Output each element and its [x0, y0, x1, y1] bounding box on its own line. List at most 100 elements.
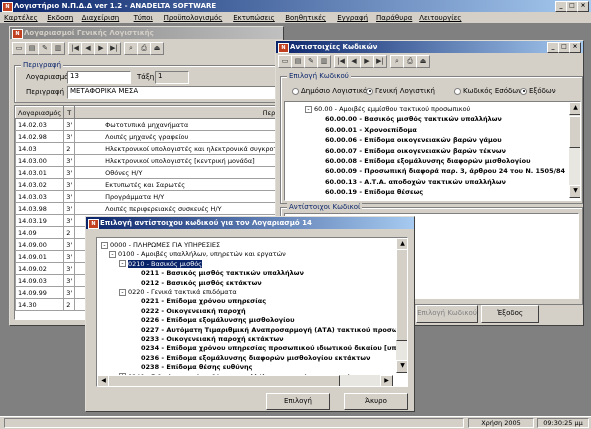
- table-row[interactable]: 14.03.00 3' Ηλεκτρονικοί υπολογιστές [κεντ…: [15, 154, 281, 167]
- scroll-up-button[interactable]: ▲: [569, 102, 580, 115]
- account-input[interactable]: 13: [67, 71, 131, 84]
- new-icon[interactable]: ▭: [12, 42, 26, 55]
- radio-expenses[interactable]: Εξόδων: [520, 87, 556, 95]
- exit-icon[interactable]: ⏏: [150, 42, 164, 55]
- prev-icon[interactable]: ◀: [347, 55, 361, 68]
- cancel-button[interactable]: Άκυρο: [344, 393, 408, 410]
- tree-node[interactable]: 60.00.06 - Επίδομα οικογενειακών βαρών γ…: [325, 136, 502, 145]
- print-icon[interactable]: ⎙: [137, 42, 151, 55]
- tree-node[interactable]: 60.00.13 - Α.Τ.Α. αποδοχών τακτικών υπαλ…: [325, 178, 506, 187]
- scroll-thumb[interactable]: [569, 116, 580, 148]
- next-icon[interactable]: ▶: [94, 42, 108, 55]
- delete-icon[interactable]: ▥: [317, 55, 331, 68]
- tree-node[interactable]: 60.00.08 - Επίδομα εξομάλυνσης διαφορών …: [325, 157, 530, 166]
- next-icon[interactable]: ▶: [360, 55, 374, 68]
- expand-toggle-icon[interactable]: -: [109, 250, 116, 258]
- tree-node[interactable]: -0220 - Γενικά τακτικά επιδόματα: [119, 288, 237, 297]
- cell-level: 3': [63, 262, 76, 275]
- open-icon[interactable]: ▤: [291, 55, 305, 68]
- tree-node[interactable]: 60.00.09 - Προσωπική διαφορά παρ. 3, άρθ…: [325, 167, 565, 176]
- radio-revenue-code[interactable]: Κωδικός Εσόδων: [454, 87, 522, 95]
- scroll-down-button[interactable]: ▼: [396, 360, 407, 373]
- tree-node[interactable]: 0238 - Επίδομα θέσης ευθύνης: [141, 363, 253, 372]
- menu-item[interactable]: Εγγραφή: [337, 14, 368, 22]
- tree-node[interactable]: 0236 - Επίδομα εξομάλυνσης διαφορών μισθ…: [141, 354, 370, 363]
- expand-toggle-icon[interactable]: -: [305, 105, 312, 113]
- ok-button[interactable]: Επιλογή: [266, 393, 330, 410]
- tree-node[interactable]: 60.00.01 - Χρονοεπίδομα: [325, 126, 417, 135]
- edit-icon[interactable]: ✎: [304, 55, 318, 68]
- menu-item[interactable]: Λειτουργίες: [419, 14, 461, 22]
- search-icon[interactable]: ⌕: [390, 55, 404, 68]
- column-header-account[interactable]: Λογαριασμός: [15, 106, 65, 119]
- table-row[interactable]: 14.03 2 Ηλεκτρονικοί υπολογιστές και ηλεκτ…: [15, 142, 281, 155]
- horizontal-scrollbar[interactable]: ◀ ▶: [97, 375, 393, 386]
- new-icon[interactable]: ▭: [278, 55, 292, 68]
- column-header-description[interactable]: Περιγραφή: [74, 106, 281, 119]
- scroll-thumb[interactable]: [396, 249, 407, 341]
- menu-item[interactable]: Βοηθητικές: [285, 14, 326, 22]
- dialog-code-tree[interactable]: -0000 - ΠΛΗΡΩΜΕΣ ΓΙΑ ΥΠΗΡΕΣΙΕΣ -0100 - Αμ…: [96, 237, 408, 387]
- table-row[interactable]: 14.02.03 3' Φωτοτυπικά μηχανήματα: [15, 118, 281, 131]
- open-icon[interactable]: ▤: [25, 42, 39, 55]
- first-icon[interactable]: |◀: [68, 42, 82, 55]
- scroll-down-button[interactable]: ▼: [569, 185, 580, 198]
- column-header-level[interactable]: Τ: [63, 106, 76, 119]
- search-icon[interactable]: ⌕: [124, 42, 138, 55]
- table-row[interactable]: 14.03.98 3' Λοιπές περιφερειακές συσκευές …: [15, 202, 281, 215]
- scroll-right-button[interactable]: ▶: [380, 375, 393, 386]
- level-input[interactable]: 1: [155, 71, 189, 84]
- expand-toggle-icon[interactable]: -: [119, 288, 126, 296]
- tree-node[interactable]: 0227 - Αυτόματη Τιμαριθμική Αναπροσαρμογ…: [141, 326, 407, 335]
- tree-node[interactable]: -0210 - Βασικός μισθός: [119, 259, 202, 269]
- menu-item[interactable]: Εκδοση: [47, 14, 73, 22]
- mapping-code-tree[interactable]: -60.00 - Αμοιβές εμμίσθου τακτικού προσω…: [284, 101, 581, 201]
- vertical-scrollbar[interactable]: ▲ ▼: [396, 238, 407, 373]
- tree-node[interactable]: 0234 - Επίδομα χρόνου υπηρεσίας προσωπικ…: [141, 344, 407, 353]
- table-row[interactable]: 14.02.98 3' Λοιπές μηχανές γραφείου: [15, 130, 281, 143]
- menu-item[interactable]: Καρτέλες: [4, 14, 38, 22]
- ledger-title: Λογαριασμοί Γενικής Λογιστικής: [24, 29, 154, 37]
- exit-icon[interactable]: ⏏: [416, 55, 430, 68]
- tree-node[interactable]: 0212 - Βασικός μισθός εκτάκτων: [141, 279, 262, 288]
- tree-node[interactable]: -0000 - ΠΛΗΡΩΜΕΣ ΓΙΑ ΥΠΗΡΕΣΙΕΣ: [101, 241, 220, 250]
- expand-toggle-icon[interactable]: -: [119, 260, 126, 268]
- print-icon[interactable]: ⎙: [403, 55, 417, 68]
- prev-icon[interactable]: ◀: [81, 42, 95, 55]
- tree-node[interactable]: 0233 - Οικογενειακή παροχή εκτάκτων: [141, 335, 284, 344]
- close-button[interactable]: ×: [577, 1, 589, 12]
- menu-item[interactable]: Παράθυρα: [376, 14, 412, 22]
- tree-node[interactable]: 0221 - Επίδομα χρόνου υπηρεσίας: [141, 297, 266, 306]
- table-row[interactable]: 14.03.02 3' Εκτυπωτές και Σαρωτές: [15, 178, 281, 191]
- table-row[interactable]: 14.03.01 3' Οθόνες Η/Υ: [15, 166, 281, 179]
- menu-item[interactable]: Προϋπολογισμός: [164, 14, 223, 22]
- vertical-scrollbar[interactable]: ▲ ▼: [569, 102, 580, 198]
- close-button[interactable]: ×: [569, 42, 581, 53]
- last-icon[interactable]: ▶|: [107, 42, 121, 55]
- radio-public-accounting[interactable]: Δημόσιο Λογιστικό: [292, 87, 367, 95]
- tree-node[interactable]: 60.00.19 - Επίδομα θέσεως: [325, 188, 423, 197]
- cell-description: Οθόνες Η/Υ: [74, 166, 281, 179]
- cell-level: 3': [63, 190, 76, 203]
- tree-node[interactable]: 0211 - Βασικός μισθός τακτικών υπαλλήλων: [141, 269, 304, 278]
- tree-node[interactable]: -0100 - Αμοιβές υπαλλήλων, υπηρετών και …: [109, 250, 286, 259]
- radio-general-accounting[interactable]: Γενική Λογιστική: [366, 87, 435, 95]
- tree-node[interactable]: 60.00.07 - Επίδομα οικογενειακών βαρών τ…: [325, 147, 506, 156]
- menu-item[interactable]: Διαχείριση: [82, 14, 120, 22]
- scroll-thumb[interactable]: [108, 375, 340, 386]
- description-input[interactable]: ΜΕΤΑΦΟΡΙΚΑ ΜΕΣΑ: [67, 86, 284, 99]
- edit-icon[interactable]: ✎: [38, 42, 52, 55]
- last-icon[interactable]: ▶|: [373, 55, 387, 68]
- table-row[interactable]: 14.03.03 3' Προγράμματα Η/Υ: [15, 190, 281, 203]
- tree-node[interactable]: 0222 - Οικογενειακή παροχή: [141, 307, 246, 316]
- select-code-button[interactable]: Επιλογή Κωδικού: [416, 305, 478, 323]
- exit-button[interactable]: Έξοδος: [481, 305, 539, 323]
- menu-item[interactable]: Τύποι: [134, 14, 153, 22]
- delete-icon[interactable]: ▥: [51, 42, 65, 55]
- first-icon[interactable]: |◀: [334, 55, 348, 68]
- expand-toggle-icon[interactable]: -: [101, 241, 108, 249]
- menu-item[interactable]: Εκτυπώσεις: [233, 14, 275, 22]
- tree-node[interactable]: -60.00 - Αμοιβές εμμίσθου τακτικού προσω…: [305, 105, 470, 114]
- tree-node[interactable]: 0226 - Επίδομα εξομάλυνσης μισθολογίου: [141, 316, 294, 325]
- tree-node[interactable]: 60.00.00 - Βασικός μισθός τακτικών υπαλλ…: [325, 115, 502, 124]
